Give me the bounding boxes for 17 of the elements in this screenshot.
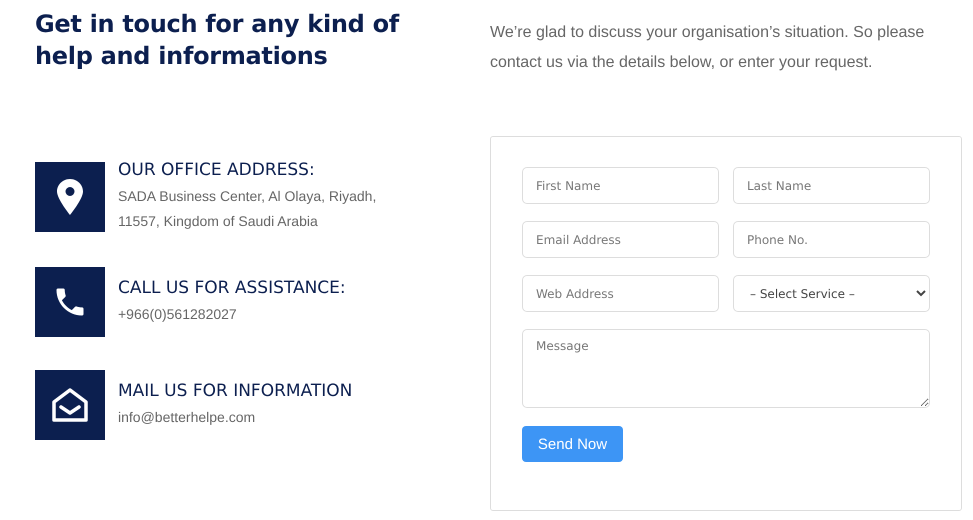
contact-title: CALL US FOR ASSISTANCE: [118,278,347,298]
input-field[interactable]: Email Address [522,221,719,258]
input-field[interactable]: Web Address [522,275,719,312]
service-select[interactable]: – Select Service – [733,275,930,312]
input-field[interactable]: Last Name [733,167,930,204]
open-envelope-icon [51,387,89,423]
contact-detail: SADA Business Center, Al Olaya, Riyadh, 11557, Kingdom of Saudi Arabia [118,187,378,231]
page-heading: Get in touch for any kind of help and informations [35,9,400,72]
contact-title: MAIL US FOR INFORMATION [118,380,354,400]
intro-text: We’re glad to discuss your organisation’s situation. So please contact us via the details below, or enter your request. [490,23,926,73]
contact-title: OUR OFFICE ADDRESS: [118,160,316,180]
input-field[interactable]: First Name [522,167,719,204]
message-field[interactable]: Message [522,329,930,408]
input-field[interactable]: Phone No. [733,221,930,258]
contact-detail: info@betterhelpe.com [118,408,256,427]
contact-detail: +966(0)561282027 [118,304,238,324]
location-pin-icon [57,179,83,215]
